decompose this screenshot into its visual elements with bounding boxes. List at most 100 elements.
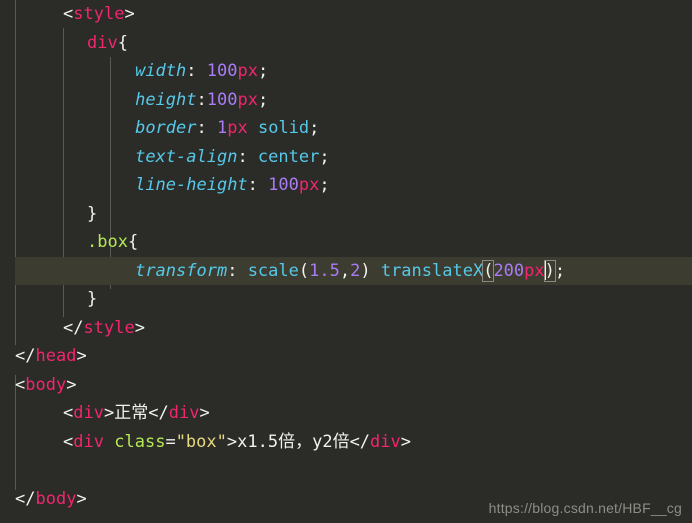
token-num: 100 (206, 61, 238, 81)
token-prop: line-height (135, 175, 248, 195)
token-punc (248, 118, 258, 138)
token-tag: div (87, 32, 118, 53)
token-punc: = (165, 431, 176, 452)
token-num: 1 (216, 118, 228, 138)
token-tag: body (25, 374, 67, 395)
token-plain: x1.5 (237, 431, 279, 452)
token-cjk: 倍 (332, 431, 350, 452)
code-line[interactable]: </style> (0, 314, 692, 343)
token-punc: > (124, 4, 135, 24)
token-punc: > (134, 317, 145, 338)
token-punc: : (196, 89, 207, 110)
token-punc: { (128, 232, 139, 252)
token-punc: > (76, 488, 87, 509)
code-line[interactable]: </head> (0, 342, 692, 371)
token-num: 200 (493, 260, 525, 281)
token-punc: </ (15, 346, 36, 366)
token-punc: </ (63, 317, 84, 338)
token-punc: > (199, 403, 210, 423)
token-punc: } (87, 289, 98, 309)
token-punc: ; (309, 118, 320, 138)
token-punc: ; (554, 260, 566, 281)
code-line[interactable]: border: 1px solid; (0, 114, 692, 143)
token-prop: width (135, 61, 187, 81)
token-punc: > (400, 431, 412, 452)
code-line[interactable]: } (0, 200, 692, 229)
code-line[interactable]: <div class="box">x1.5倍，y2倍</div> (0, 428, 692, 457)
token-punc: ( (482, 259, 495, 282)
token-punc: ) (360, 260, 381, 281)
code-line[interactable]: line-height: 100px; (0, 171, 692, 200)
token-punc: ) (543, 259, 556, 282)
token-punc: : (237, 146, 258, 167)
token-prop: transform (135, 260, 228, 281)
token-tag: div (168, 403, 200, 423)
token-unit: px (227, 118, 248, 138)
token-tag: div (73, 403, 104, 423)
token-punc: ; (257, 61, 269, 81)
token-tag: style (73, 4, 125, 24)
token-tag: body (35, 488, 77, 509)
token-prop: border (135, 118, 197, 138)
token-punc: ; (319, 146, 330, 167)
watermark-url: https://blog.csdn.net/HBF__cg (488, 500, 682, 516)
token-cjk: 倍， (278, 431, 313, 452)
token-punc: : (227, 260, 248, 281)
code-line[interactable] (0, 456, 692, 485)
token-punc: </ (15, 488, 36, 509)
token-punc: ; (257, 89, 269, 110)
code-line[interactable]: height:100px; (0, 86, 692, 115)
token-val: translateX (380, 260, 484, 281)
token-val: center (257, 146, 320, 167)
token-num: 100 (268, 175, 299, 195)
token-tag: head (35, 346, 77, 366)
token-num: 100 (206, 89, 238, 110)
token-punc: </ (349, 431, 371, 452)
token-punc: > (76, 346, 87, 366)
token-punc: , (339, 260, 351, 281)
token-tag: style (83, 317, 135, 338)
token-plain: y2 (312, 431, 333, 452)
token-punc: ; (319, 175, 330, 195)
token-sel: .box (87, 232, 128, 252)
token-prop: height (135, 89, 197, 110)
code-line[interactable]: width: 100px; (0, 57, 692, 86)
token-punc: < (63, 4, 74, 24)
token-punc: > (66, 374, 77, 395)
token-punc: > (104, 403, 115, 423)
token-punc: { (117, 32, 129, 53)
token-unit: px (237, 89, 258, 110)
code-line[interactable]: div{ (0, 29, 692, 58)
token-str: "box" (175, 431, 227, 452)
token-unit: px (298, 175, 320, 195)
code-line[interactable]: <div>正常</div> (0, 399, 692, 428)
token-cjk: 正常 (114, 403, 149, 423)
token-punc: </ (148, 403, 169, 423)
code-line[interactable]: text-align: center; (0, 143, 692, 172)
token-attr: class (114, 431, 166, 452)
token-unit: px (237, 61, 258, 81)
code-editor[interactable]: <style> div{width: 100px; height:100px; bor… (0, 0, 692, 523)
token-tag: div (73, 431, 104, 452)
token-punc: : (247, 175, 269, 195)
token-prop: text-align (135, 146, 238, 167)
code-line[interactable]: <body> (0, 371, 692, 400)
token-num: 2 (350, 260, 361, 281)
code-line[interactable]: <style> (0, 0, 692, 29)
code-line[interactable]: .box{ (0, 228, 692, 257)
code-line[interactable]: transform: scale(1.5,2) translateX(200px… (0, 257, 692, 286)
token-punc: : (196, 118, 217, 138)
token-punc: } (87, 203, 98, 224)
token-tag: div (370, 431, 401, 452)
token-num: 1.5 (309, 260, 340, 281)
token-val: solid (257, 118, 310, 138)
token-punc: < (15, 374, 26, 395)
token-punc: : (186, 61, 207, 81)
token-punc: > (226, 431, 238, 452)
token-punc (104, 432, 114, 452)
token-punc: < (63, 431, 74, 452)
code-line[interactable]: } (0, 285, 692, 314)
token-unit: px (524, 260, 545, 281)
token-val: scale (247, 260, 299, 281)
token-punc: ( (298, 260, 310, 281)
